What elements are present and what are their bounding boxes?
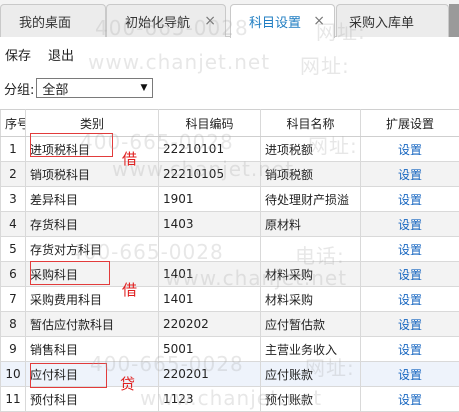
header-code: 科目编码 <box>158 109 261 137</box>
code-cell[interactable]: 1123 <box>158 386 261 412</box>
setup-link[interactable]: 设置 <box>360 286 459 312</box>
table-row[interactable]: 4 存货科目 1403 原材料 设置 <box>0 211 459 237</box>
tab-purchase-receipt[interactable]: 采购入库单 <box>336 4 449 37</box>
category-cell: 存货科目 <box>25 211 159 237</box>
tab-scroll-handle[interactable] <box>449 4 459 37</box>
row-number: 11 <box>0 386 26 412</box>
row-number: 9 <box>0 336 26 362</box>
header-extension: 扩展设置 <box>360 109 459 137</box>
row-number: 2 <box>0 161 26 187</box>
category-cell: 暂估应付款科目 <box>25 311 159 337</box>
tab-account-settings[interactable]: 科目设置 × <box>230 4 335 38</box>
code-cell[interactable]: 1401 <box>158 286 261 312</box>
highlight-box-purchase <box>30 261 110 285</box>
chevron-down-icon: ▼ <box>140 83 148 93</box>
tab-my-desktop[interactable]: 我的桌面 <box>0 4 106 37</box>
debit-mark: 借 <box>122 281 138 299</box>
setup-link[interactable]: 设置 <box>360 261 459 287</box>
setup-link[interactable]: 设置 <box>360 186 459 212</box>
debit-mark: 借 <box>122 150 138 168</box>
code-cell[interactable]: 1901 <box>158 186 261 212</box>
tab-bar: 我的桌面 初始化导航 × 科目设置 × 采购入库单 <box>0 0 459 38</box>
category-cell: 差异科目 <box>25 186 159 212</box>
table-row[interactable]: 5 存货对方科目 设置 <box>0 236 459 262</box>
category-cell: 预付科目 <box>25 386 159 412</box>
tab-label: 我的桌面 <box>19 15 72 31</box>
name-cell: 主营业务收入 <box>260 336 361 362</box>
toolbar: 保存 退出 <box>0 38 459 70</box>
row-number: 8 <box>0 311 26 337</box>
table-row[interactable]: 3 差异科目 1901 待处理财产损溢 设置 <box>0 186 459 212</box>
name-cell: 原材料 <box>260 211 361 237</box>
header-name: 科目名称 <box>260 109 361 137</box>
table-row[interactable]: 8 暂估应付款科目 220202 应付暂估款 设置 <box>0 311 459 337</box>
setup-link[interactable]: 设置 <box>360 336 459 362</box>
category-cell: 采购费用科目 <box>25 286 159 312</box>
highlight-box-payable <box>30 363 107 388</box>
code-cell[interactable]: 5001 <box>158 336 261 362</box>
table-row[interactable]: 2 销项税科目 22210105 销项税额 设置 <box>0 161 459 187</box>
category-cell: 存货对方科目 <box>25 236 159 262</box>
highlight-box-input-tax <box>30 133 113 157</box>
code-cell[interactable]: 220202 <box>158 311 261 337</box>
name-cell: 材料采购 <box>260 261 361 287</box>
group-filter: 分组: 全部 ▼ <box>0 76 154 100</box>
setup-link[interactable]: 设置 <box>360 311 459 337</box>
group-select[interactable]: 全部 ▼ <box>36 78 154 98</box>
setup-link[interactable]: 设置 <box>360 236 459 262</box>
setup-link[interactable]: 设置 <box>360 361 459 387</box>
category-cell: 销项税科目 <box>25 161 159 187</box>
tab-label: 采购入库单 <box>349 15 415 31</box>
group-select-value: 全部 <box>42 82 69 98</box>
close-icon[interactable]: × <box>313 13 325 29</box>
row-number: 3 <box>0 186 26 212</box>
code-cell[interactable]: 1403 <box>158 211 261 237</box>
setup-link[interactable]: 设置 <box>360 211 459 237</box>
header-no: 序号 <box>0 109 26 137</box>
table-row[interactable]: 11 预付科目 1123 预付账款 设置 <box>0 386 459 412</box>
category-cell: 销售科目 <box>25 336 159 362</box>
row-number: 6 <box>0 261 26 287</box>
code-cell[interactable]: 22210105 <box>158 161 261 187</box>
code-cell[interactable]: 220201 <box>158 361 261 387</box>
tab-init-guide[interactable]: 初始化导航 × <box>106 4 226 37</box>
name-cell: 材料采购 <box>260 286 361 312</box>
tab-label: 科目设置 <box>249 16 302 31</box>
row-number: 7 <box>0 286 26 312</box>
name-cell: 应付账款 <box>260 361 361 387</box>
tab-label: 初始化导航 <box>125 15 191 31</box>
code-cell[interactable]: 22210101 <box>158 136 261 162</box>
name-cell <box>260 236 361 262</box>
name-cell: 待处理财产损溢 <box>260 186 361 212</box>
credit-mark: 贷 <box>120 375 136 393</box>
table-row[interactable]: 7 采购费用科目 1401 材料采购 设置 <box>0 286 459 312</box>
name-cell: 进项税额 <box>260 136 361 162</box>
setup-link[interactable]: 设置 <box>360 386 459 412</box>
table-row[interactable]: 9 销售科目 5001 主营业务收入 设置 <box>0 336 459 362</box>
name-cell: 销项税额 <box>260 161 361 187</box>
close-icon[interactable]: × <box>204 13 216 29</box>
group-label: 分组: <box>4 82 35 98</box>
code-cell[interactable] <box>158 236 261 262</box>
setup-link[interactable]: 设置 <box>360 136 459 162</box>
exit-button[interactable]: 退出 <box>48 45 74 64</box>
row-number: 10 <box>0 361 26 387</box>
setup-link[interactable]: 设置 <box>360 161 459 187</box>
save-button[interactable]: 保存 <box>5 45 31 64</box>
row-number: 1 <box>0 136 26 162</box>
name-cell: 应付暂估款 <box>260 311 361 337</box>
name-cell: 预付账款 <box>260 386 361 412</box>
code-cell[interactable]: 1401 <box>158 261 261 287</box>
row-number: 4 <box>0 211 26 237</box>
row-number: 5 <box>0 236 26 262</box>
